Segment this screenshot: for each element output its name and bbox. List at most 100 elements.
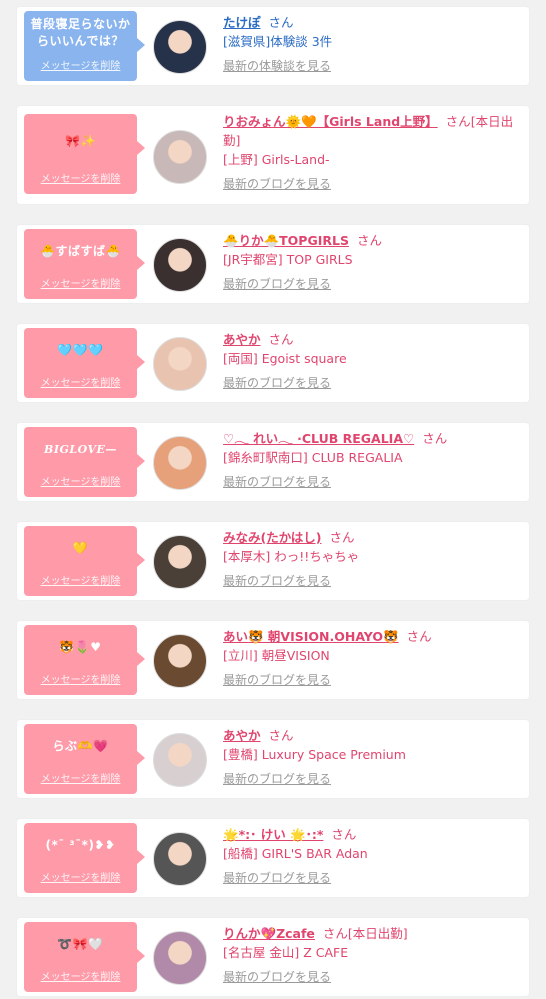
name-line: あやか さん (223, 726, 521, 745)
latest-posts-link[interactable]: 最新のブログを見る (223, 473, 331, 492)
latest-posts-link[interactable]: 最新のブログを見る (223, 175, 331, 194)
user-info: りおみょん🌞🧡【Girls Land上野】 さん[本日出勤] [上野] Girls… (223, 112, 521, 194)
message-bubble: 🐯🌷♥ メッセージを削除 (24, 625, 145, 695)
shop-label: [立川] 朝昼VISION (223, 648, 330, 663)
latest-posts-link[interactable]: 最新のブログを見る (223, 869, 331, 888)
avatar[interactable] (153, 337, 207, 391)
user-name-link[interactable]: あやか (223, 332, 261, 347)
delete-message-link[interactable]: メッセージを削除 (24, 671, 137, 686)
avatar[interactable] (153, 733, 207, 787)
avatar[interactable] (153, 130, 207, 184)
avatar[interactable] (153, 535, 207, 589)
delete-message-link[interactable]: メッセージを削除 (24, 770, 137, 785)
message-text: 🩵🩵🩵 (57, 342, 104, 357)
message-text: 🎀✨ (65, 133, 96, 148)
message-text: 🐯🌷♥ (59, 639, 102, 654)
message-bubble: ➰🎀🤍 メッセージを削除 (24, 922, 145, 992)
message-card: (*¯ ³¯*)❥❥ メッセージを削除 🌟*:･ けい 🌟･:* さん [船橋] … (17, 819, 529, 897)
delete-message-link[interactable]: メッセージを削除 (24, 275, 137, 290)
message-bubble: 🩵🩵🩵 メッセージを削除 (24, 328, 145, 398)
shop-label: [船橋] GIRL'S BAR Adan (223, 846, 368, 861)
user-info: 🐣りか🐣TOPGIRLS さん [JR宇都宮] TOP GIRLS 最新のブログを… (223, 231, 521, 294)
message-card: らぶ🫶💗 メッセージを削除 あやか さん [豊橋] Luxury Space Pr… (17, 720, 529, 798)
user-info: あやか さん [両国] Egoist square 最新のブログを見る (223, 330, 521, 393)
message-card: BIGLOVE— メッセージを削除 ♡𓂃 れい𓂃 ·CLUB REGALIA♡ さ… (17, 423, 529, 501)
shop-label: [豊橋] Luxury Space Premium (223, 747, 406, 762)
message-bubble: 🐣すばすば🐣 メッセージを削除 (24, 229, 145, 299)
shop-label: [名古屋 金山] Z CAFE (223, 945, 349, 960)
attendance-badge: [本日出勤] (347, 926, 408, 941)
latest-posts-link[interactable]: 最新のブログを見る (223, 275, 331, 294)
user-name-link[interactable]: ♡𓂃 れい𓂃 ·CLUB REGALIA♡ (223, 431, 414, 446)
name-line: りんか💖Zcafe さん[本日出勤] (223, 924, 521, 943)
user-name-link[interactable]: あやか (223, 728, 261, 743)
delete-message-link[interactable]: メッセージを削除 (24, 57, 137, 72)
user-name-link[interactable]: りおみょん🌞🧡【Girls Land上野】 (223, 114, 438, 129)
avatar[interactable] (153, 20, 207, 74)
user-info: みなみ(たかはし) さん [本厚木] わっ!!ちゃちゃ 最新のブログを見る (223, 528, 521, 591)
latest-posts-link[interactable]: 最新のブログを見る (223, 968, 331, 987)
message-text: 💛 (72, 540, 89, 555)
user-info: あやか さん [豊橋] Luxury Space Premium 最新のブログを見… (223, 726, 521, 789)
message-bubble: 普段寝足らないか らいいんでは？ メッセージを削除 (24, 11, 145, 81)
shop-label: [両国] Egoist square (223, 351, 347, 366)
latest-posts-link[interactable]: 最新のブログを見る (223, 671, 331, 690)
message-text: BIGLOVE— (44, 442, 117, 456)
honorific: さん (406, 629, 432, 644)
avatar[interactable] (153, 931, 207, 985)
latest-posts-link[interactable]: 最新のブログを見る (223, 374, 331, 393)
delete-message-link[interactable]: メッセージを削除 (24, 170, 137, 185)
user-info: りんか💖Zcafe さん[本日出勤] [名古屋 金山] Z CAFE 最新のブログ… (223, 924, 521, 987)
name-line: あやか さん (223, 330, 521, 349)
latest-posts-link[interactable]: 最新のブログを見る (223, 770, 331, 789)
message-card: 普段寝足らないか らいいんでは？ メッセージを削除 たけぽ さん [滋賀県]体験談… (17, 7, 529, 85)
shop-label: [上野] Girls-Land- (223, 152, 330, 167)
message-text: ➰🎀🤍 (57, 936, 104, 951)
user-name-link[interactable]: みなみ(たかはし) (223, 530, 321, 545)
message-bubble: らぶ🫶💗 メッセージを削除 (24, 724, 145, 794)
user-name-link[interactable]: 🌟*:･ けい 🌟･:* (223, 827, 323, 842)
name-line: 🐣りか🐣TOPGIRLS さん (223, 231, 521, 250)
user-name-link[interactable]: あい🐯 朝VISION.OHAYO🐯 (223, 629, 399, 644)
message-text: 🐣すばすば🐣 (40, 243, 121, 258)
name-line: みなみ(たかはし) さん (223, 528, 521, 547)
delete-message-link[interactable]: メッセージを削除 (24, 374, 137, 389)
latest-posts-link[interactable]: 最新の体験談を見る (223, 57, 331, 76)
user-name-link[interactable]: 🐣りか🐣TOPGIRLS (223, 233, 349, 248)
shop-label: [錦糸町駅南口] CLUB REGALIA (223, 450, 403, 465)
message-card: 🐣すばすば🐣 メッセージを削除 🐣りか🐣TOPGIRLS さん [JR宇都宮] T… (17, 225, 529, 303)
message-bubble: 💛 メッセージを削除 (24, 526, 145, 596)
name-line: 🌟*:･ けい 🌟･:* さん (223, 825, 521, 844)
message-bubble: (*¯ ³¯*)❥❥ メッセージを削除 (24, 823, 145, 893)
user-info: 🌟*:･ けい 🌟･:* さん [船橋] GIRL'S BAR Adan 最新のブ… (223, 825, 521, 888)
user-name-link[interactable]: りんか💖Zcafe (223, 926, 315, 941)
delete-message-link[interactable]: メッセージを削除 (24, 968, 137, 983)
name-line: りおみょん🌞🧡【Girls Land上野】 さん[本日出勤] (223, 112, 521, 150)
name-line: あい🐯 朝VISION.OHAYO🐯 さん (223, 627, 521, 646)
message-list: 普段寝足らないか らいいんでは？ メッセージを削除 たけぽ さん [滋賀県]体験談… (0, 0, 546, 996)
message-card: 🎀✨ メッセージを削除 りおみょん🌞🧡【Girls Land上野】 さん[本日出勤… (17, 106, 529, 204)
message-text: 普段寝足らないか らいいんでは？ (30, 17, 131, 48)
avatar[interactable] (153, 832, 207, 886)
honorific: さん (422, 431, 448, 446)
user-name-link[interactable]: たけぽ (223, 15, 261, 30)
shop-label: [本厚木] わっ!!ちゃちゃ (223, 549, 360, 564)
avatar[interactable] (153, 238, 207, 292)
delete-message-link[interactable]: メッセージを削除 (24, 473, 137, 488)
user-info: たけぽ さん [滋賀県]体験談 3件 最新の体験談を見る (223, 13, 521, 76)
avatar[interactable] (153, 436, 207, 490)
latest-posts-link[interactable]: 最新のブログを見る (223, 572, 331, 591)
delete-message-link[interactable]: メッセージを削除 (24, 572, 137, 587)
name-line: たけぽ さん (223, 13, 521, 32)
honorific: さん (268, 332, 294, 347)
honorific: さん (268, 15, 294, 30)
delete-message-link[interactable]: メッセージを削除 (24, 869, 137, 884)
message-card: 🐯🌷♥ メッセージを削除 あい🐯 朝VISION.OHAYO🐯 さん [立川] 朝… (17, 621, 529, 699)
shop-label: [滋賀県]体験談 3件 (223, 34, 333, 49)
message-bubble: 🎀✨ メッセージを削除 (24, 114, 145, 194)
honorific: さん (322, 926, 348, 941)
avatar[interactable] (153, 634, 207, 688)
user-info: あい🐯 朝VISION.OHAYO🐯 さん [立川] 朝昼VISION 最新のブロ… (223, 627, 521, 690)
message-bubble: BIGLOVE— メッセージを削除 (24, 427, 145, 497)
shop-label: [JR宇都宮] TOP GIRLS (223, 252, 353, 267)
